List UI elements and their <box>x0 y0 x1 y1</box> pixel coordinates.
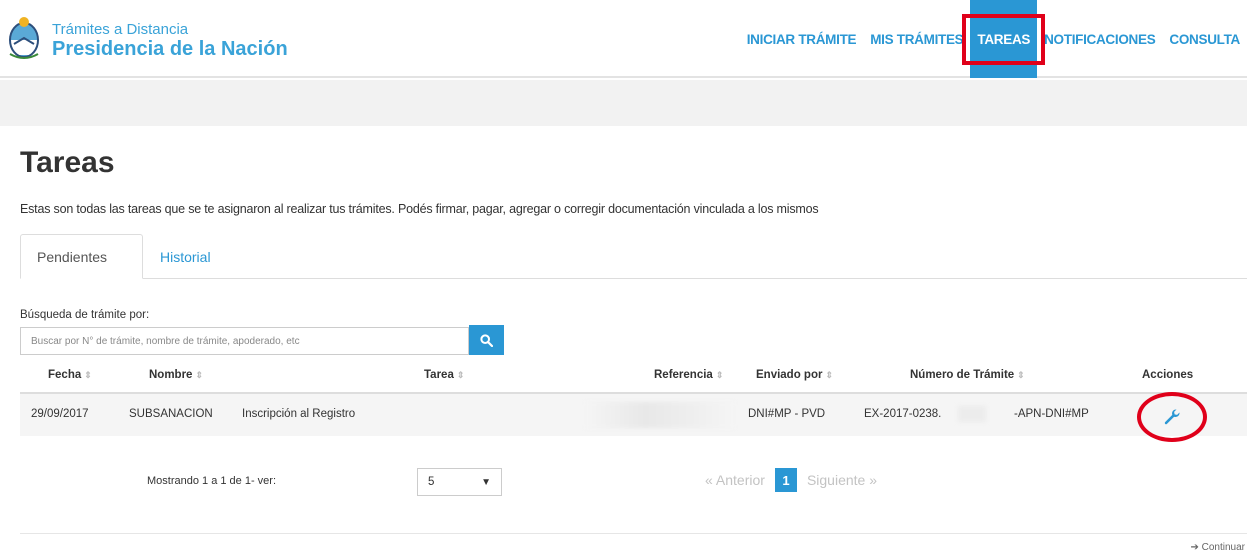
col-header-acciones: Acciones <box>1142 369 1194 381</box>
tabs-bar: Pendientes Historial <box>20 234 1247 279</box>
page-size-value: 5 <box>428 476 435 488</box>
search-input[interactable] <box>20 327 469 355</box>
sort-icon: ⇕ <box>456 370 465 380</box>
sort-icon: ⇕ <box>84 370 92 380</box>
cell-nombre: SUBSANACION <box>129 408 213 420</box>
pagination-next[interactable]: Siguiente » <box>807 472 877 488</box>
nav-notificaciones[interactable]: NOTIFICACIONES <box>1037 0 1162 78</box>
sort-icon: ⇕ <box>195 370 203 380</box>
cell-enviado-por: DNI#MP - PVD <box>748 408 826 420</box>
brand-title[interactable]: Trámites a Distancia Presidencia de la N… <box>52 21 288 61</box>
cell-fecha: 29/09/2017 <box>31 408 89 420</box>
cell-tarea: Inscripción al Registro <box>242 408 356 420</box>
footer-divider <box>20 533 1247 534</box>
col-header-fecha-label: Fecha <box>48 369 82 381</box>
main-nav: INICIAR TRÁMITE MIS TRÁMITES TAREAS NOTI… <box>740 0 1247 78</box>
pagination-page-1[interactable]: 1 <box>774 468 797 492</box>
col-header-enviado-por[interactable]: Enviado por ⇕ <box>756 369 833 381</box>
cell-numero-prefix: EX-2017-0238. <box>864 408 942 420</box>
col-header-referencia-label: Referencia <box>654 369 713 381</box>
pagination: « Anterior 1 Siguiente » <box>705 466 877 494</box>
search-button[interactable] <box>469 325 504 355</box>
page-title: Tareas <box>20 146 115 179</box>
redacted-referencia <box>585 402 735 428</box>
page-description: Estas son todas las tareas que se te asi… <box>20 202 819 216</box>
wrench-icon <box>1164 409 1180 425</box>
sort-icon: ⇕ <box>1017 370 1025 380</box>
pagination-prev[interactable]: « Anterior <box>705 472 765 488</box>
continuar-label: Continuar <box>1201 542 1245 553</box>
nav-iniciar-tramite[interactable]: INICIAR TRÁMITE <box>740 0 864 78</box>
nav-consulta[interactable]: CONSULTA <box>1162 0 1247 78</box>
col-header-nombre-label: Nombre <box>149 369 193 381</box>
col-header-referencia[interactable]: Referencia ⇕ <box>654 369 723 381</box>
caret-down-icon: ▼ <box>481 476 491 488</box>
col-header-tarea-label: Tarea <box>424 369 454 381</box>
sort-icon: ⇕ <box>715 370 724 380</box>
search-label: Búsqueda de trámite por: <box>20 309 150 321</box>
row-action-button[interactable] <box>1137 392 1207 442</box>
cell-numero-suffix: -APN-DNI#MP <box>1014 408 1089 420</box>
col-header-numero[interactable]: Número de Trámite ⇕ <box>910 369 1025 381</box>
nav-mis-tramites[interactable]: MIS TRÁMITES <box>863 0 970 78</box>
col-header-enviado-por-label: Enviado por <box>756 369 823 381</box>
brand-name: Presidencia de la Nación <box>52 38 288 60</box>
tab-historial[interactable]: Historial <box>144 234 227 279</box>
argentina-coat-of-arms-icon[interactable] <box>8 14 40 60</box>
col-header-fecha[interactable]: Fecha ⇕ <box>48 369 92 381</box>
breadcrumb-bar <box>0 80 1247 126</box>
col-header-nombre[interactable]: Nombre ⇕ <box>149 369 203 381</box>
search-icon <box>480 333 493 347</box>
continuar-link[interactable]: ➔ Continuar <box>1190 542 1245 553</box>
nav-tareas-label: TAREAS <box>977 31 1031 47</box>
page-size-select[interactable]: 5 ▼ <box>417 468 502 496</box>
col-header-tarea[interactable]: Tarea ⇕ <box>424 369 464 381</box>
top-header: Trámites a Distancia Presidencia de la N… <box>0 0 1247 78</box>
nav-tareas[interactable]: TAREAS <box>962 0 1046 78</box>
showing-count: Mostrando 1 a 1 de 1- ver: <box>147 475 277 487</box>
arrow-right-icon: ➔ <box>1190 542 1202 553</box>
col-header-numero-label: Número de Trámite <box>910 369 1015 381</box>
tab-pendientes[interactable]: Pendientes <box>20 234 143 279</box>
brand-subtitle: Trámites a Distancia <box>52 21 189 38</box>
sort-icon: ⇕ <box>825 370 833 380</box>
redacted-numero <box>958 406 986 422</box>
